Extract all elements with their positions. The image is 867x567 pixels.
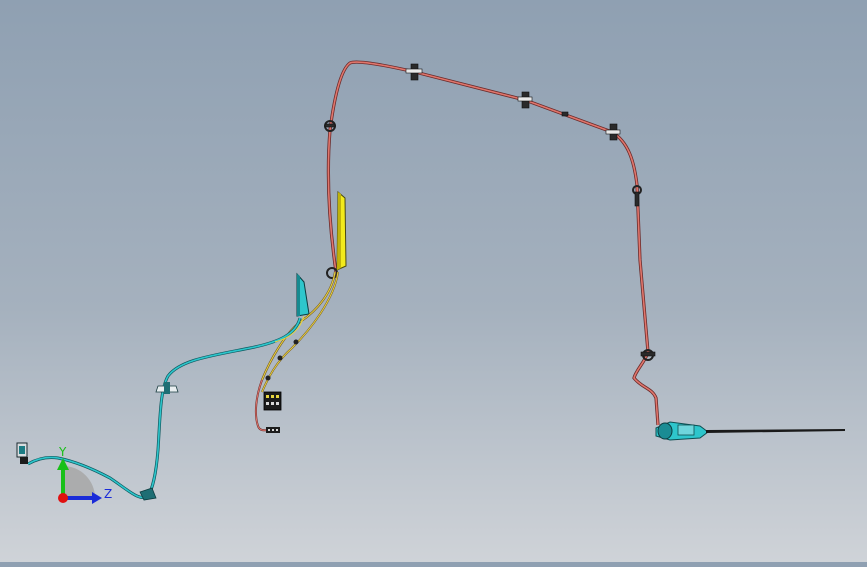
z-axis-label: Z (104, 487, 112, 501)
clip-3 (517, 91, 533, 109)
clip-4 (561, 111, 569, 117)
end-connector[interactable] (16, 442, 28, 464)
cyan-connector-panel[interactable] (296, 272, 310, 317)
clip-2 (405, 63, 423, 81)
antenna-rod (706, 429, 845, 433)
antenna-assembly[interactable] (655, 421, 845, 441)
harness-clips[interactable] (324, 63, 656, 361)
model-canvas[interactable]: Y Z (0, 0, 867, 562)
main-harness-route[interactable] (326, 60, 660, 426)
y-axis-label: Y (58, 445, 67, 459)
yellow-connector-panel[interactable] (336, 190, 347, 271)
cad-viewport[interactable]: Y Z (0, 0, 867, 562)
terminal-block[interactable] (263, 391, 282, 433)
